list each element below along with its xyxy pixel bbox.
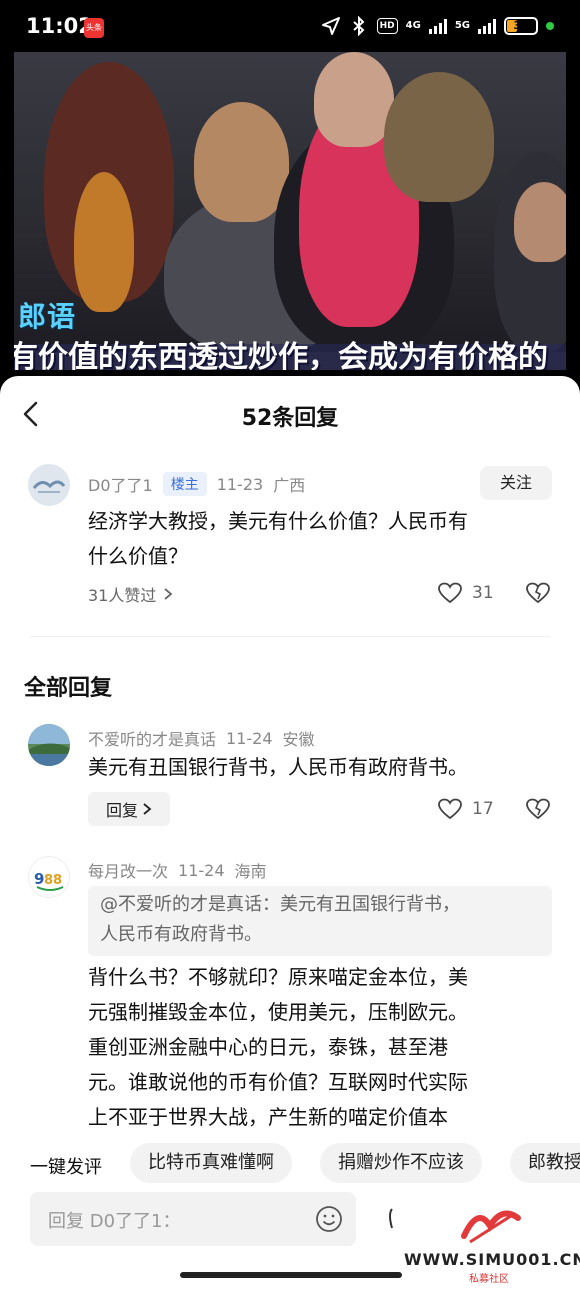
reply-date: 11-24	[226, 728, 273, 748]
reply-text-line: 元。谁敢说他的币有价值？互联网时代实际	[88, 1070, 468, 1094]
video-face	[314, 52, 394, 147]
comment-location: 广西	[273, 476, 306, 495]
bluetooth-icon	[352, 16, 365, 36]
video-subtitle: 有价值的东西透过炒作，会成为有价格的	[14, 340, 548, 370]
reply-text: 美元有丑国银行背书，人民币有政府背书。	[88, 755, 468, 779]
home-indicator[interactable]	[180, 1272, 402, 1278]
reply-button-label: 回复	[105, 801, 138, 820]
chevron-right-icon	[143, 803, 152, 815]
like-count: 17	[472, 799, 494, 819]
reply-input[interactable]: 回复 D0了了1：	[30, 1192, 356, 1246]
comment-meta: D0了了1 楼主 11-23 广西	[88, 472, 305, 496]
status-time: 11:02	[26, 14, 93, 38]
video-figure	[384, 72, 494, 202]
video-face	[514, 182, 566, 262]
video-figure	[74, 172, 134, 312]
heart-icon	[438, 798, 462, 820]
comment-text-line: 什么价值？	[88, 544, 188, 568]
location-icon	[321, 17, 340, 35]
quick-comment-chip[interactable]: 捐赠炒作不应该	[320, 1143, 482, 1183]
comment-text: 经济学大教授，美元有什么价值？人民币有 什么价值？	[88, 504, 468, 574]
avatar[interactable]: 9 88	[28, 856, 70, 898]
reply-text-line: 背什么书？不够就印？原来喵定金本位，美	[88, 965, 468, 989]
watermark-logo	[461, 1210, 521, 1244]
reply-meta: 每月改一次 11-24 海南	[88, 858, 267, 882]
quick-comment-bar: 一键发评 比特币真难懂啊 捐赠炒作不应该 郎教授	[0, 1141, 580, 1189]
battery-level: 36	[513, 19, 529, 32]
broken-heart-icon[interactable]	[526, 798, 550, 820]
username[interactable]: 每月改一次	[88, 858, 168, 882]
quote-line: 人民币有政府背书。	[100, 924, 262, 945]
app-notification-icon: 头条	[84, 18, 104, 38]
like-button[interactable]: 31	[438, 582, 494, 604]
svg-text:9: 9	[34, 870, 44, 888]
reply-location: 安徽	[282, 730, 315, 749]
network-4g-label: 4G	[405, 20, 421, 31]
status-icons: HD 4G 5G 36	[321, 16, 554, 36]
chevron-right-icon	[164, 588, 173, 600]
subtitle-tag: 郎语	[18, 300, 77, 333]
likers-link[interactable]: 31人赞过	[88, 582, 174, 606]
reply-text: 背什么书？不够就印？原来喵定金本位，美 元强制摧毁金本位，使用美元，压制欧元。 …	[88, 960, 468, 1135]
video-face	[194, 102, 289, 222]
owner-badge: 楼主	[162, 472, 207, 496]
network-5g-label: 5G	[454, 20, 470, 31]
comment-text-line: 经济学大教授，美元有什么价值？人民币有	[88, 509, 468, 533]
emoji-icon[interactable]	[314, 1204, 344, 1234]
signal-icon-2	[478, 18, 496, 34]
username[interactable]: D0了了1	[88, 472, 153, 496]
reply-text-line: 上不亚于世界大战，产生新的喵定价值本	[88, 1105, 448, 1129]
quick-comment-label: 一键发评	[30, 1157, 102, 1178]
watermark-text: WWW.SIMU001.CN	[404, 1250, 580, 1269]
reply-input-placeholder: 回复 D0了了1：	[48, 1211, 181, 1232]
avatar[interactable]	[28, 464, 70, 506]
username[interactable]: 不爱听的才是真话	[88, 726, 216, 750]
like-count: 31	[472, 583, 494, 603]
quick-comment-chip[interactable]: 郎教授	[510, 1143, 580, 1183]
follow-button[interactable]: 关注	[480, 466, 552, 500]
status-bar: 11:02 头条 HD 4G 5G 36	[0, 0, 580, 56]
svg-text:88: 88	[44, 873, 62, 888]
avatar[interactable]	[28, 724, 70, 766]
broken-heart-icon[interactable]	[526, 582, 550, 604]
signal-icon	[428, 18, 447, 34]
hd-icon: HD	[376, 18, 398, 34]
image-icon[interactable]	[386, 1204, 416, 1234]
reply-meta: 不爱听的才是真话 11-24 安徽	[88, 726, 315, 750]
reply-text-line: 重创亚洲金融中心的日元，泰铢，甚至港	[88, 1035, 448, 1059]
quoted-reply: @不爱听的才是真话：美元有丑国银行背书， 人民币有政府背书。	[88, 886, 552, 956]
sheet-title: 52条回复	[241, 406, 339, 431]
reply-button[interactable]: 回复	[88, 792, 170, 826]
privacy-dot-icon	[546, 22, 554, 30]
avatar-image: 9 88	[34, 870, 64, 891]
avatar-image	[28, 724, 70, 766]
quote-line: @不爱听的才是真话：美元有丑国银行背书，	[100, 894, 460, 915]
battery-icon: 36	[504, 17, 538, 35]
reply-text-line: 元强制摧毁金本位，使用美元，压制欧元。	[88, 1000, 468, 1024]
comment-date: 11-23	[216, 474, 264, 494]
likers-text: 31人赞过	[88, 586, 157, 605]
avatar-image	[32, 480, 66, 493]
divider	[30, 636, 550, 637]
like-button[interactable]: 17	[438, 798, 494, 820]
watermark-subtext: 私募社区	[469, 1274, 509, 1285]
section-title: 全部回复	[24, 676, 113, 701]
video-player[interactable]: 郎语 有价值的东西透过炒作，会成为有价格的	[14, 52, 566, 370]
reply-date: 11-24	[178, 860, 225, 880]
quick-comment-chip[interactable]: 比特币真难懂啊	[130, 1143, 292, 1183]
reply-location: 海南	[234, 862, 267, 881]
heart-icon	[438, 582, 462, 604]
